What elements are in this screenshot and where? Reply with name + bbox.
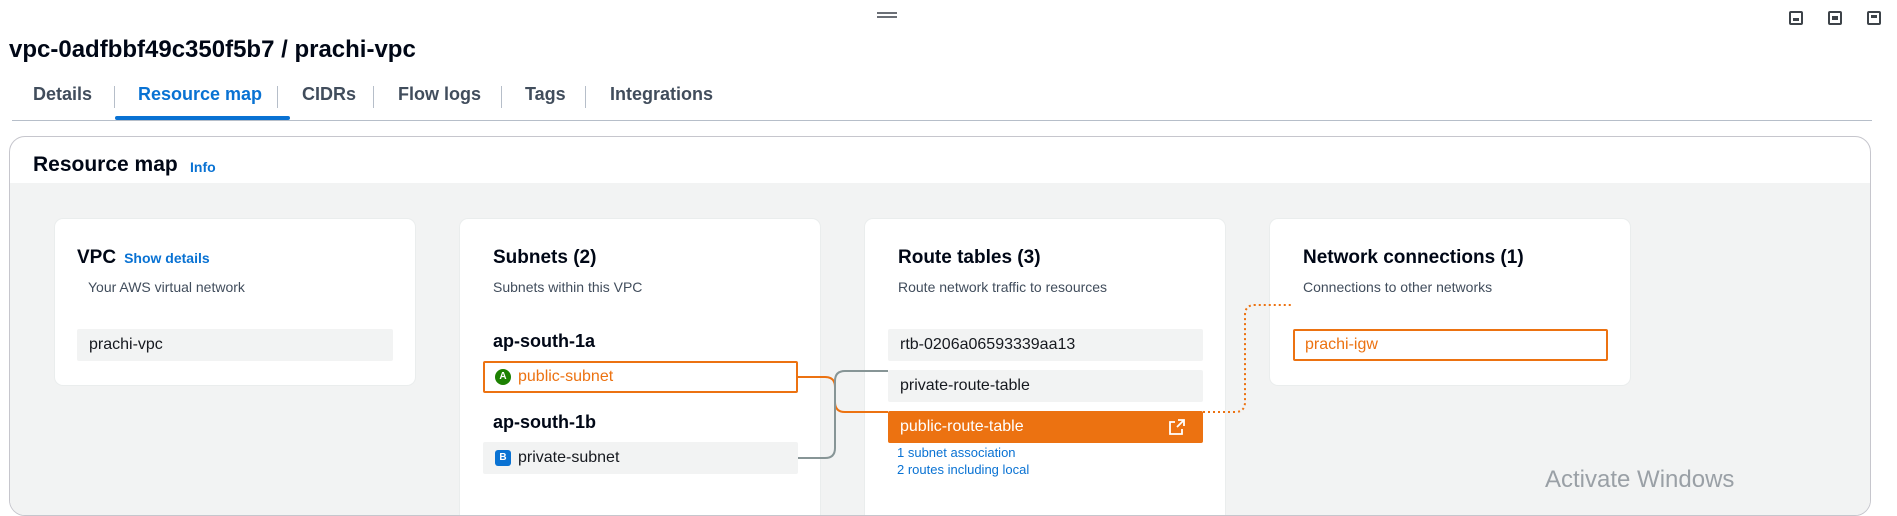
tab-divider: [501, 86, 502, 108]
tab-tags[interactable]: Tags: [525, 84, 566, 117]
tab-divider: [585, 86, 586, 108]
tab-divider: [373, 86, 374, 108]
tab-divider: [277, 86, 278, 108]
tab-cidrs[interactable]: CIDRs: [302, 84, 356, 117]
connector-line: [798, 370, 888, 459]
resource-map-panel: Resource map Info VPC Show details Your A…: [9, 136, 1871, 516]
connector-line: [798, 376, 888, 413]
maximize-panel-icon[interactable]: [1867, 11, 1881, 25]
tab-bar: Details Resource map CIDRs Flow logs Tag…: [12, 84, 1872, 121]
connector-line: [1203, 304, 1293, 413]
active-tab-indicator: [115, 116, 290, 120]
drag-handle-icon[interactable]: [877, 12, 897, 18]
activation-watermark: Activate Windows: [1545, 466, 1735, 493]
tab-flow-logs[interactable]: Flow logs: [398, 84, 481, 117]
tab-resource-map[interactable]: Resource map: [138, 84, 262, 117]
page-title: vpc-0adfbbf49c350f5b7 / prachi-vpc: [9, 36, 416, 63]
tab-divider: [114, 86, 115, 108]
split-panel-icon[interactable]: [1828, 11, 1842, 25]
minimize-panel-icon[interactable]: [1789, 11, 1803, 25]
tab-details[interactable]: Details: [33, 84, 92, 117]
tab-integrations[interactable]: Integrations: [610, 84, 713, 117]
info-link[interactable]: Info: [190, 159, 216, 175]
panel-title: Resource map: [33, 153, 178, 176]
